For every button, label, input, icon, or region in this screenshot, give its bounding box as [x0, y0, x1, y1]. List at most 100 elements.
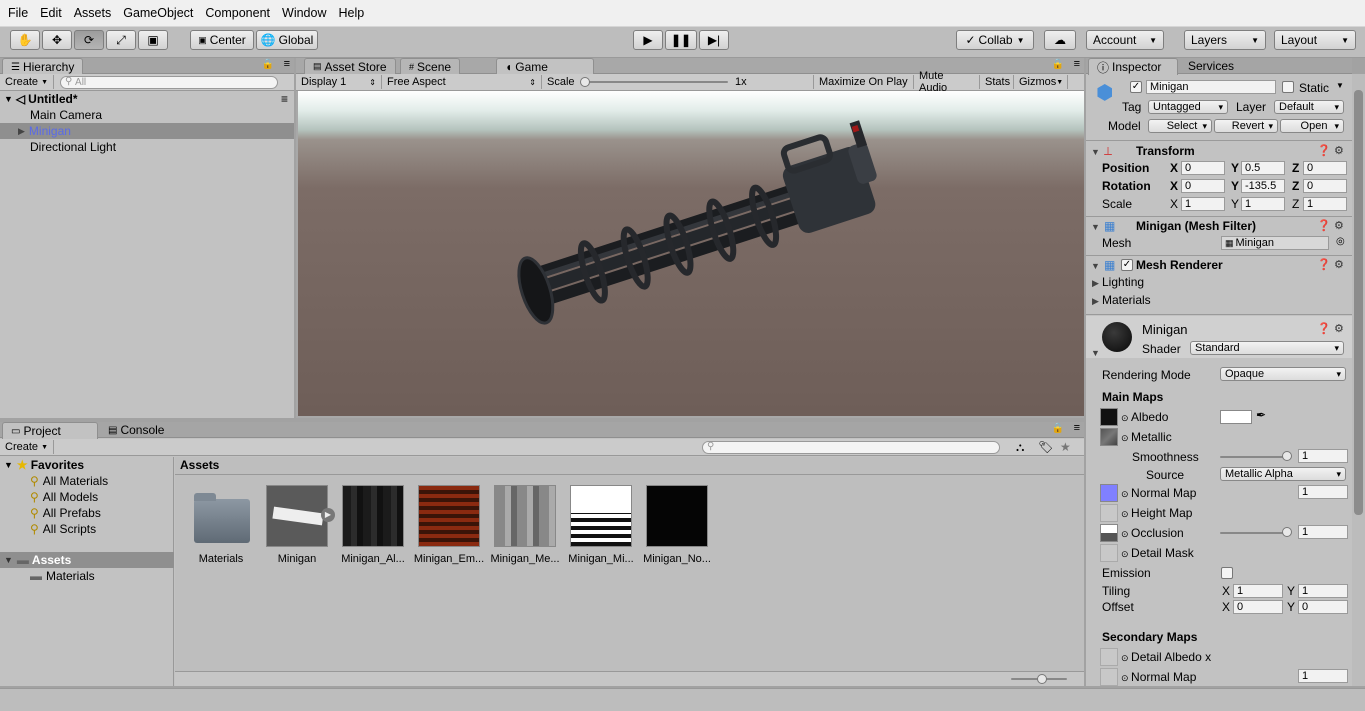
lighting-foldout[interactable]: Lighting — [1102, 275, 1144, 289]
cloud-button[interactable]: ☁ — [1044, 30, 1076, 50]
menu-file[interactable]: File — [2, 6, 34, 20]
occlusion-field[interactable]: 1 — [1298, 525, 1348, 539]
emission-checkbox[interactable] — [1221, 567, 1233, 579]
asset-item[interactable]: Minigan_Me... — [489, 485, 561, 565]
model-revert-button[interactable]: Revert — [1214, 119, 1278, 133]
collapsed-triangle-icon[interactable]: ▶ — [1092, 278, 1099, 289]
rotate-tool-button[interactable]: ⟳ — [74, 30, 104, 50]
hierarchy-create-button[interactable]: Create ▼ — [0, 75, 55, 89]
offset-y-field[interactable]: 0 — [1298, 600, 1348, 614]
chevron-down-icon[interactable]: ▼ — [1336, 81, 1344, 90]
favorites-row[interactable]: ▼ ★ Favorites — [0, 457, 174, 473]
scale-slider-thumb[interactable] — [580, 77, 590, 87]
object-picker-icon[interactable]: ⊙ — [1121, 549, 1131, 559]
asset-item[interactable]: ▶ Minigan — [261, 485, 335, 565]
scene-row[interactable]: ▼ ◁ Untitled* ≡ — [0, 91, 294, 107]
scale-slider-track[interactable] — [582, 81, 728, 83]
tab-services[interactable]: Services — [1180, 58, 1242, 74]
thumbnail-size-slider-thumb[interactable] — [1037, 674, 1047, 684]
model-select-button[interactable]: Select — [1148, 119, 1212, 133]
maximize-on-play-toggle[interactable]: Maximize On Play — [814, 75, 914, 89]
object-picker-icon[interactable]: ⊙ — [1121, 673, 1131, 683]
play-icon[interactable]: ▶ — [321, 508, 335, 522]
object-picker-icon[interactable]: ⊙ — [1121, 509, 1131, 519]
object-picker-icon[interactable]: ⊙ — [1121, 413, 1131, 423]
detail-normal-texture-slot[interactable] — [1100, 668, 1118, 686]
scale-y-field[interactable]: 1 — [1241, 197, 1285, 211]
rotation-x-field[interactable]: 0 — [1181, 179, 1225, 193]
display-dropdown[interactable]: Display 1 ⇕ — [296, 75, 382, 89]
inspector-scrollbar[interactable] — [1352, 74, 1365, 686]
expand-triangle-icon[interactable]: ▼ — [1091, 222, 1100, 232]
scale-tool-button[interactable]: ⤢ — [106, 30, 136, 50]
gear-icon[interactable]: ⚙ — [1334, 322, 1344, 335]
tag-dropdown[interactable]: Untagged — [1148, 100, 1228, 114]
assets-root-row[interactable]: ▼ ▬ Assets — [0, 552, 174, 568]
lock-icon[interactable]: 🔒 — [262, 59, 274, 70]
lock-icon[interactable]: 🔒 — [1052, 423, 1064, 434]
rotation-y-field[interactable]: -135.5 — [1241, 179, 1285, 193]
materials-foldout[interactable]: Materials — [1102, 293, 1151, 307]
gear-icon[interactable]: ⚙ — [1334, 144, 1344, 157]
move-tool-button[interactable]: ✥ — [42, 30, 72, 50]
tab-inspector[interactable]: ⓘ Inspector — [1088, 58, 1178, 75]
offset-x-field[interactable]: 0 — [1233, 600, 1283, 614]
object-picker-icon[interactable]: ⊙ — [1121, 433, 1131, 443]
rect-tool-button[interactable]: ▣ — [138, 30, 168, 50]
normal-scale-field[interactable]: 1 — [1298, 485, 1348, 499]
hierarchy-item[interactable]: Directional Light — [0, 139, 294, 155]
game-viewport[interactable] — [298, 91, 1084, 416]
detail-normal-scale-field[interactable]: 1 — [1298, 669, 1348, 683]
gizmos-dropdown[interactable]: Gizmos ▼ — [1014, 75, 1068, 89]
project-create-button[interactable]: Create ▼ — [0, 440, 55, 454]
detail-albedo-texture-slot[interactable] — [1100, 648, 1118, 666]
gear-icon[interactable]: ⚙ — [1334, 219, 1344, 232]
project-search-input[interactable]: ⚲ — [702, 440, 1000, 454]
occlusion-slider-thumb[interactable] — [1282, 527, 1292, 537]
star-icon[interactable]: ★ — [1060, 440, 1071, 454]
layers-dropdown[interactable]: Layers ▼ — [1184, 30, 1266, 50]
smoothness-slider-track[interactable] — [1220, 456, 1288, 458]
filter-type-icon[interactable]: ⛬ — [1016, 440, 1024, 455]
tab-scene[interactable]: # Scene — [400, 58, 461, 74]
panel-menu-icon[interactable]: ≡ — [1074, 422, 1080, 434]
asset-item[interactable]: Minigan_Al... — [337, 485, 409, 565]
help-icon[interactable]: ❓ — [1317, 144, 1331, 157]
normal-map-texture-slot[interactable] — [1100, 484, 1118, 502]
play-button[interactable]: ▶ — [633, 30, 663, 50]
height-map-texture-slot[interactable] — [1100, 504, 1118, 522]
rendering-mode-dropdown[interactable]: Opaque — [1220, 367, 1346, 381]
aspect-dropdown[interactable]: Free Aspect ⇕ — [382, 75, 542, 89]
mesh-object-field[interactable]: ▦ Minigan — [1221, 236, 1329, 250]
position-x-field[interactable]: 0 — [1181, 161, 1225, 175]
panel-menu-icon[interactable]: ≡ — [1074, 58, 1080, 70]
scale-x-field[interactable]: 1 — [1181, 197, 1225, 211]
mesh-renderer-enabled-checkbox[interactable]: ✓ — [1121, 259, 1133, 271]
expand-triangle-icon[interactable]: ▼ — [1091, 348, 1100, 358]
mesh-filter-title[interactable]: Minigan (Mesh Filter) — [1136, 219, 1256, 233]
menu-component[interactable]: Component — [199, 6, 276, 20]
pivot-global-button[interactable]: 🌐 Global — [256, 30, 318, 50]
mute-audio-toggle[interactable]: Mute Audio — [914, 70, 980, 94]
gear-icon[interactable]: ⚙ — [1334, 258, 1344, 271]
menu-help[interactable]: Help — [332, 6, 370, 20]
tiling-x-field[interactable]: 1 — [1233, 584, 1283, 598]
help-icon[interactable]: ❓ — [1317, 258, 1331, 271]
occlusion-slider-track[interactable] — [1220, 532, 1288, 534]
hierarchy-search-input[interactable]: ⚲ All — [60, 75, 279, 89]
active-checkbox[interactable]: ✓ — [1130, 81, 1142, 93]
favorite-item[interactable]: ⚲ All Scripts — [0, 521, 174, 537]
eyedropper-icon[interactable]: ✒ — [1256, 408, 1266, 422]
menu-edit[interactable]: Edit — [34, 6, 68, 20]
albedo-texture-slot[interactable] — [1100, 408, 1118, 426]
help-icon[interactable]: ❓ — [1317, 322, 1331, 335]
scene-menu-icon[interactable]: ≡ — [281, 92, 288, 106]
asset-folder-item[interactable]: ▬ Materials — [0, 568, 174, 584]
object-picker-icon[interactable]: ⊙ — [1121, 529, 1131, 539]
position-y-field[interactable]: 0.5 — [1241, 161, 1285, 175]
model-open-button[interactable]: Open — [1280, 119, 1344, 133]
object-name-input[interactable]: Minigan — [1146, 80, 1276, 94]
tab-asset-store[interactable]: ▤ Asset Store — [304, 58, 396, 74]
menu-assets[interactable]: Assets — [68, 6, 118, 20]
favorite-item[interactable]: ⚲ All Materials — [0, 473, 174, 489]
